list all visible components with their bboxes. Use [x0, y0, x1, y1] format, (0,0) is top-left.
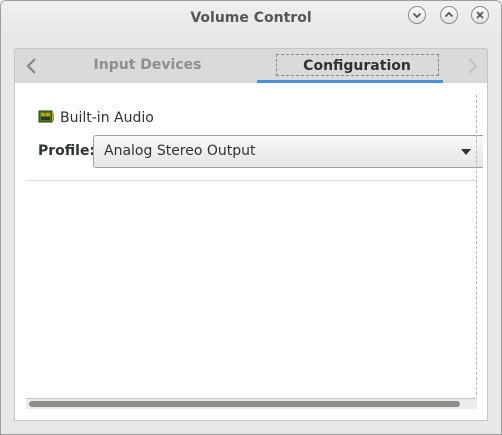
profile-label: Profile: [38, 143, 96, 159]
chevron-down-icon [412, 12, 422, 19]
scrollbar-thumb[interactable] [29, 401, 460, 407]
notebook-tab-strip: Input Devices Configuration [14, 48, 488, 83]
tab-configuration[interactable]: Configuration [257, 49, 443, 83]
tab-input-devices[interactable]: Input Devices [75, 57, 220, 73]
scroll-tabs-right-icon[interactable] [465, 57, 479, 75]
separator [26, 180, 477, 181]
dropdown-arrow-icon [461, 149, 471, 155]
volume-control-window: Volume Control Input Devices Configurati… [0, 0, 502, 435]
profile-selected-value: Analog Stereo Output [104, 143, 256, 159]
configuration-page: Built-in Audio Profile: Analog Stereo Ou… [14, 83, 488, 421]
audio-card-icon [38, 110, 54, 123]
viewport-edge [476, 95, 477, 395]
window-title: Volume Control [190, 10, 312, 26]
horizontal-scrollbar[interactable] [26, 398, 477, 409]
chevron-up-icon [444, 11, 454, 18]
close-icon [476, 11, 484, 19]
card-name: Built-in Audio [60, 110, 154, 126]
tab-configuration-label: Configuration [303, 58, 411, 74]
close-button[interactable] [471, 6, 489, 24]
maximize-button[interactable] [440, 6, 458, 24]
title-bar[interactable]: Volume Control [1, 1, 501, 37]
profile-dropdown[interactable]: Analog Stereo Output [93, 135, 483, 168]
minimize-button[interactable] [408, 6, 426, 24]
scroll-tabs-left-icon[interactable] [25, 57, 39, 75]
